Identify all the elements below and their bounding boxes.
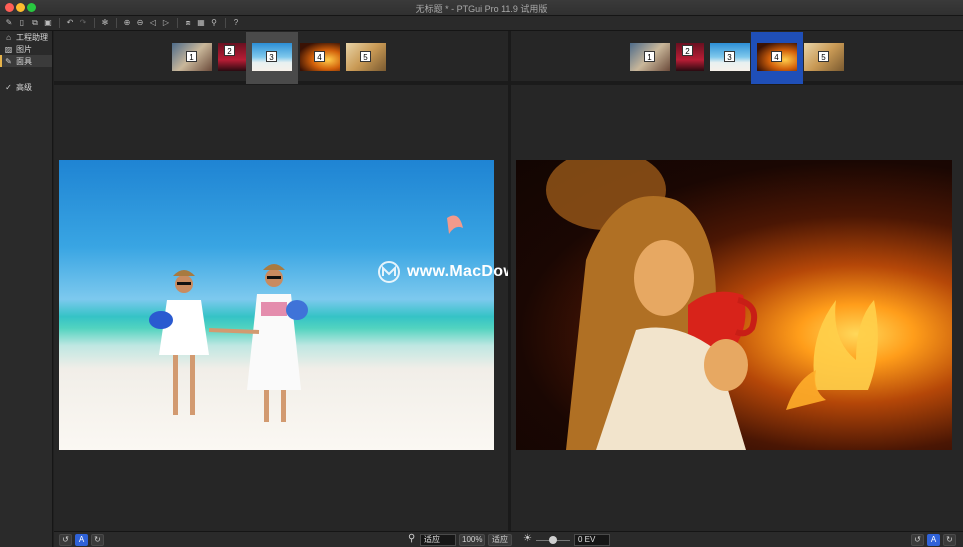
sidebar-item-label: 面具	[16, 56, 32, 66]
right-image-viewer[interactable]	[511, 89, 963, 529]
toolbar-divider	[116, 18, 117, 28]
title-bar: 无标题 * - PTGui Pro 11.9 试用版	[0, 0, 963, 16]
fit-button[interactable]: 适应	[488, 534, 512, 546]
bottom-status-bar: ↺ A ↻ ⚲ 适应 100% 适应 ☀ 0 EV ↺ A ↻	[54, 531, 963, 547]
watermark-logo-icon	[378, 261, 400, 283]
home-icon: ⌂	[6, 32, 11, 42]
thumbnail-1[interactable]: 1	[172, 43, 212, 71]
thumbnail-1[interactable]: 1	[630, 43, 670, 71]
toolbar-divider	[177, 18, 178, 28]
copy-icon[interactable]: ⧉	[29, 17, 41, 29]
sidebar-item-masks[interactable]: ✎ 面具	[0, 55, 52, 67]
control-points-icon[interactable]: ⚲	[208, 17, 220, 29]
auto-button[interactable]: A	[75, 534, 88, 546]
prev-image-icon[interactable]: ◁	[147, 17, 159, 29]
fit-left-field[interactable]: 适应	[420, 534, 456, 546]
thumbnail-number: 5	[818, 51, 829, 62]
thumbnail-number: 1	[644, 51, 655, 62]
right-image-panel: 1 2 3 4 5	[511, 31, 963, 547]
left-image-viewer[interactable]: www.MacDown.com	[54, 89, 564, 529]
check-circle-icon: ✓	[5, 82, 12, 92]
help-icon[interactable]: ?	[230, 17, 242, 29]
rotate-cw-button[interactable]: ↻	[943, 534, 956, 546]
rotate-ccw-button[interactable]: ↺	[59, 534, 72, 546]
exposure-sun-icon: ☀	[523, 533, 532, 544]
exposure-slider-knob[interactable]	[549, 536, 557, 544]
thumbnail-3[interactable]: 3	[252, 43, 292, 71]
beach-photo[interactable]	[59, 160, 494, 450]
sidebar-item-advanced[interactable]: ✓ 高级	[0, 81, 52, 93]
window-title: 无标题 * - PTGui Pro 11.9 试用版	[415, 4, 548, 14]
right-thumbnail-strip: 1 2 3 4 5	[511, 31, 963, 85]
thumbnail-number: 4	[314, 51, 325, 62]
thumbnail-number: 2	[224, 45, 235, 56]
ev-value-field[interactable]: 0 EV	[574, 534, 610, 546]
fireplace-scene-illustration	[546, 160, 878, 450]
thumbnail-number: 4	[771, 51, 782, 62]
beach-scene-illustration	[149, 215, 463, 422]
zoom-100-button[interactable]: 100%	[459, 534, 485, 546]
sidebar-item-label: 图片	[16, 44, 32, 54]
toolbar-divider	[59, 18, 60, 28]
thumbnail-number: 1	[186, 51, 197, 62]
thumbnail-number: 3	[266, 51, 277, 62]
thumbnail-4[interactable]: 4	[300, 43, 340, 71]
zoom-out-icon[interactable]: ⊖	[134, 17, 146, 29]
left-image-panel: 1 2 3 4 5 www.MacDown.com	[54, 31, 564, 547]
redo-icon[interactable]: ↷	[77, 17, 89, 29]
image-icon: ▨	[4, 44, 13, 54]
thumbnail-5[interactable]: 5	[804, 43, 844, 71]
zoom-icon: ⚲	[408, 533, 416, 544]
sidebar-item-project-assistant[interactable]: ⌂ 工程助理	[0, 31, 52, 43]
thumbnail-number: 5	[360, 51, 371, 62]
toolbar: ✎ ▯ ⧉ ▣ ↶ ↷ ✻ ⊕ ⊖ ◁ ▷ ⧈ ▦ ⚲ ?	[0, 16, 963, 31]
thumbnail-2[interactable]: 2	[676, 43, 704, 71]
settings-icon[interactable]: ✻	[99, 17, 111, 29]
auto-button[interactable]: A	[927, 534, 940, 546]
rotate-ccw-button[interactable]: ↺	[911, 534, 924, 546]
sidebar-item-label: 高级	[16, 82, 32, 92]
save-icon[interactable]: ▣	[42, 17, 54, 29]
sidebar: ⌂ 工程助理 ▨ 图片 ✎ 面具 ✓ 高级	[0, 31, 53, 547]
sidebar-item-label: 工程助理	[16, 32, 48, 42]
sidebar-item-images[interactable]: ▨ 图片	[0, 43, 52, 55]
open-icon[interactable]: ▯	[16, 17, 28, 29]
thumbnail-2[interactable]: 2	[218, 43, 246, 71]
brush-icon: ✎	[5, 56, 12, 66]
toolbar-divider	[94, 18, 95, 28]
zoom-in-icon[interactable]: ⊕	[121, 17, 133, 29]
undo-icon[interactable]: ↶	[64, 17, 76, 29]
table-icon[interactable]: ▦	[195, 17, 207, 29]
panorama-editor-icon[interactable]: ⧈	[182, 17, 194, 29]
rotate-cw-button[interactable]: ↻	[91, 534, 104, 546]
thumbnail-3[interactable]: 3	[710, 43, 750, 71]
toolbar-divider	[225, 18, 226, 28]
thumbnail-4[interactable]: 4	[757, 43, 797, 71]
next-image-icon[interactable]: ▷	[160, 17, 172, 29]
app-window: 无标题 * - PTGui Pro 11.9 试用版 ✎ ▯ ⧉ ▣ ↶ ↷ ✻…	[0, 0, 963, 547]
left-thumbnail-strip: 1 2 3 4 5	[54, 31, 508, 85]
new-project-icon[interactable]: ✎	[3, 17, 15, 29]
thumbnail-number: 3	[724, 51, 735, 62]
thumbnail-5[interactable]: 5	[346, 43, 386, 71]
fireplace-photo[interactable]	[516, 160, 952, 450]
thumbnail-number: 2	[682, 45, 693, 56]
